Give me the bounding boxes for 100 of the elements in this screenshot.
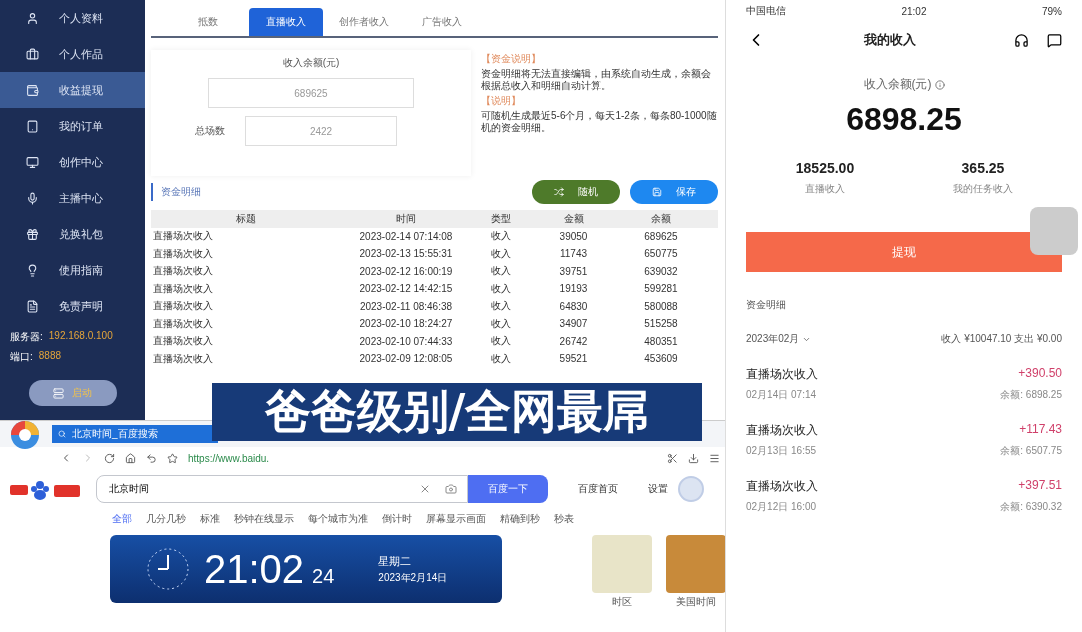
column-header: 余额	[650, 211, 672, 226]
tab[interactable]: 创作者收入	[327, 8, 401, 36]
thumbnail-placeholder[interactable]	[666, 535, 726, 593]
header-link[interactable]: 设置	[648, 482, 668, 496]
table-cell-text: 直播场次收入	[152, 281, 214, 296]
month-picker[interactable]: 2023年02月	[746, 332, 812, 346]
entry-title: 直播场次收入	[746, 366, 819, 383]
random-button[interactable]: 随机	[532, 180, 620, 204]
thumbnail-label: 美国时间	[676, 595, 716, 609]
tab[interactable]: 抵数	[171, 8, 245, 36]
table-cell-text: 580088	[643, 300, 679, 312]
filter-tab[interactable]: 每个城市为准	[308, 512, 368, 526]
table-cell-text: 直播场次收入	[152, 264, 214, 279]
table-cell-text: 34907	[558, 318, 589, 330]
sidebar-item[interactable]: 创作中心	[0, 144, 145, 180]
entry-date: 02月14日 07:14	[746, 388, 818, 402]
sidebar-item[interactable]: 个人资料	[0, 0, 145, 36]
sidebar-item[interactable]: 主播中心	[0, 180, 145, 216]
filter-tab[interactable]: 秒钟在线显示	[234, 512, 294, 526]
table-cell-text: 直播场次收入	[152, 316, 214, 331]
filter-tab[interactable]: 精确到秒	[500, 512, 540, 526]
table-cell-text: 650775	[643, 248, 679, 260]
table-cell-text: 59521	[558, 353, 589, 365]
reload-icon[interactable]	[104, 452, 115, 464]
table-cell-text: 639032	[643, 265, 679, 277]
table-cell-text: 689625	[643, 230, 679, 242]
table-cell-text: 直播场次收入	[152, 299, 214, 314]
tab[interactable]: 直播收入	[249, 8, 323, 36]
month-summary: 收入 ¥10047.10 支出 ¥0.00	[941, 332, 1062, 346]
download-icon[interactable]	[688, 452, 699, 464]
search-bar[interactable]: 北京时间	[96, 475, 468, 503]
entry-amount: +397.51	[1017, 478, 1062, 494]
note-heading: 【资金说明】	[481, 52, 542, 66]
entry-title: 直播场次收入	[746, 478, 819, 495]
balance-amount: 6898.25	[846, 101, 962, 138]
filter-tab[interactable]: 屏幕显示画面	[426, 512, 486, 526]
table-cell-text: 收入	[490, 316, 512, 331]
entry-balance: 余额: 6507.75	[1000, 444, 1062, 458]
sidebar-item[interactable]: 兑换礼包	[0, 216, 145, 252]
user-icon	[26, 11, 39, 25]
note-text: 可随机生成最近5-6个月，每天1-2条，每条80-1000随机的资金明细。	[481, 110, 718, 134]
search-button[interactable]: 百度一下	[468, 475, 548, 503]
count-label: 总场数	[195, 124, 225, 138]
table-cell-text: 2023-02-14 07:14:08	[358, 230, 454, 242]
table-cell-text: 2023-02-12 14:42:15	[358, 283, 454, 295]
save-icon	[652, 187, 662, 197]
stat-label: 我的任务收入	[953, 182, 1013, 196]
balance-label: 收入余额(元)	[282, 56, 340, 70]
filter-tab[interactable]: 秒表	[554, 512, 574, 526]
filter-tab[interactable]: 全部	[112, 512, 132, 526]
server-label: 服务器:	[10, 330, 43, 344]
browser-tab[interactable]: 北京时间_百度搜索	[52, 425, 218, 443]
thumbnail-placeholder[interactable]	[592, 535, 652, 593]
entry-balance: 余额: 6390.32	[1000, 500, 1062, 514]
port-label: 端口:	[10, 350, 33, 364]
briefcase-icon	[26, 47, 39, 61]
star-icon[interactable]	[167, 452, 178, 464]
scissors-icon[interactable]	[667, 452, 678, 464]
table-cell-text: 2023-02-09 12:08:05	[358, 353, 454, 365]
port-value: 8888	[38, 350, 62, 363]
clock-time: 21:02	[204, 546, 305, 592]
table-cell-text: 收入	[490, 281, 512, 296]
menu-icon[interactable]	[709, 452, 720, 464]
caption-banner: 爸爸级别/全网最屌	[212, 383, 702, 441]
table-cell-text: 19193	[558, 283, 589, 295]
header-link[interactable]: 百度首页	[578, 482, 618, 496]
filter-tab[interactable]: 标准	[200, 512, 220, 526]
search-icon	[58, 430, 66, 438]
table-cell-text: 515258	[643, 318, 679, 330]
save-button[interactable]: 保存	[630, 180, 718, 204]
date: 2023年2月14日	[378, 570, 448, 585]
sidebar-item[interactable]: 个人作品	[0, 36, 145, 72]
entry-date: 02月12日 16:00	[746, 500, 818, 514]
tab[interactable]: 广告收入	[405, 8, 479, 36]
table-cell-text: 直播场次收入	[152, 246, 214, 261]
address-bar[interactable]: https://www.baidu.	[188, 452, 270, 464]
home-icon[interactable]	[125, 452, 136, 464]
table-cell-text: 39050	[558, 230, 589, 242]
note-text: 资金明细将无法直接编辑，由系统自动生成，余额会根据总收入和明细自动计算。	[481, 68, 712, 92]
wallet-icon	[26, 83, 39, 97]
battery-level: 79%	[1041, 5, 1062, 17]
headset-icon[interactable]	[1014, 32, 1029, 48]
message-icon[interactable]	[1047, 32, 1062, 48]
table-cell-text: 480351	[643, 335, 679, 347]
undo-icon[interactable]	[146, 452, 157, 464]
sidebar-item[interactable]: 收益提现	[0, 72, 145, 108]
table-cell-text: 2023-02-10 18:24:27	[358, 318, 454, 330]
clear-icon[interactable]	[419, 483, 431, 495]
sidebar-item[interactable]: 使用指南	[0, 252, 145, 288]
table-cell-text: 收入	[490, 264, 512, 279]
table-cell-text: 2023-02-12 16:00:19	[358, 265, 454, 277]
filter-tab[interactable]: 倒计时	[382, 512, 412, 526]
camera-icon[interactable]	[445, 483, 457, 495]
sidebar-item[interactable]: 免责声明	[0, 288, 145, 324]
status-time: 21:02	[901, 5, 927, 17]
server-icon	[53, 387, 64, 399]
filter-tab[interactable]: 几分几秒	[146, 512, 186, 526]
table-cell-text: 453609	[643, 353, 679, 365]
carrier: 中国电信	[746, 4, 786, 18]
sidebar-item[interactable]: 我的订单	[0, 108, 145, 144]
